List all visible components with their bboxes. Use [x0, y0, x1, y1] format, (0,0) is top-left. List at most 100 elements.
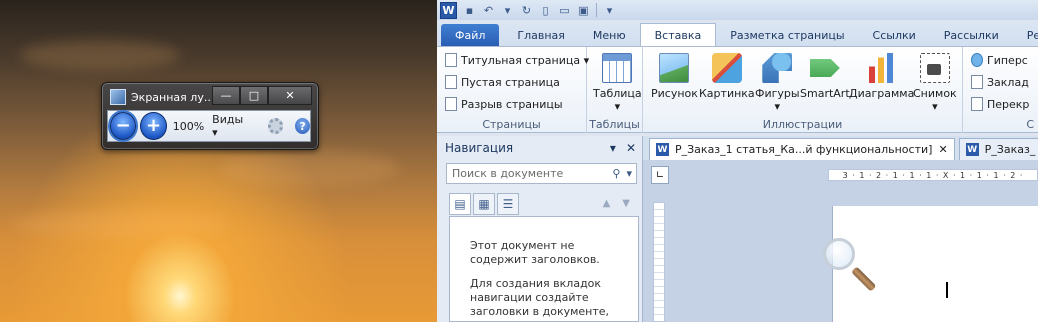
navigation-arrows: ▲ ▼ — [603, 198, 630, 209]
results-view-icon[interactable]: ☰ — [497, 193, 519, 215]
navigation-menu-icon[interactable]: ▾ — [610, 141, 616, 155]
save-icon[interactable]: ▪ — [463, 4, 476, 17]
navigation-content: Этот документ не содержит заголовков. Дл… — [449, 216, 639, 322]
tab-review[interactable]: Рецензи — [1013, 24, 1038, 46]
cover-page-label: Титульная страница ▾ — [461, 53, 590, 67]
dropdown-icon[interactable]: ▾ — [501, 4, 514, 17]
undo-icon[interactable]: ↶ — [482, 4, 495, 17]
table-icon — [602, 53, 633, 83]
smartart-button[interactable]: SmartArt — [800, 53, 850, 100]
pages-view-icon[interactable]: ▦ — [473, 193, 495, 215]
window-controls: — □ ✕ — [212, 86, 312, 105]
bookmark-label: Заклад — [987, 75, 1029, 89]
views-dropdown[interactable]: Виды ▾ — [212, 113, 249, 139]
shapes-label: Фигуры — [755, 87, 800, 100]
navigation-title: Навигация — [445, 141, 514, 155]
group-links: Гиперс Заклад Перекр С — [963, 47, 1038, 133]
navigation-close-icon[interactable]: ✕ — [626, 141, 636, 155]
group-tables: Таблица ▾ Таблицы — [587, 47, 643, 133]
page-break-button[interactable]: Разрыв страницы — [445, 97, 563, 111]
tab-references[interactable]: Ссылки — [859, 24, 930, 46]
blank-page-button[interactable]: Пустая страница — [445, 75, 560, 89]
chart-icon — [866, 53, 897, 83]
tab-page-layout[interactable]: Разметка страницы — [716, 24, 858, 46]
table-dropdown-icon: ▾ — [614, 100, 621, 113]
table-button[interactable]: Таблица ▾ — [593, 53, 642, 113]
shapes-button[interactable]: Фигуры ▾ — [755, 53, 800, 113]
cover-page-icon — [445, 53, 457, 67]
bookmark-icon — [971, 75, 983, 89]
previous-arrow-icon[interactable]: ▲ — [603, 198, 611, 209]
next-arrow-icon[interactable]: ▼ — [622, 198, 630, 209]
customize-toolbar-icon[interactable]: ▾ — [603, 4, 616, 17]
document-tab[interactable]: W Р_Заказ_1 статья_Ка...й функциональнос… — [649, 138, 955, 160]
page-break-label: Разрыв страницы — [461, 97, 563, 111]
tab-insert[interactable]: Вставка — [639, 23, 717, 46]
gear-icon[interactable] — [267, 118, 284, 134]
navigation-header: Навигация ▾ ✕ — [445, 141, 636, 155]
cover-page-button[interactable]: Титульная страница ▾ — [445, 53, 589, 67]
tab-menu[interactable]: Меню — [579, 24, 640, 46]
screenshot-button[interactable]: Снимок ▾ — [913, 53, 957, 113]
zoom-out-button[interactable]: − — [110, 112, 137, 140]
document-tab[interactable]: W Р_Заказ_ — [958, 138, 1038, 160]
word-logo-icon[interactable]: W — [440, 1, 457, 19]
document-page[interactable] — [832, 206, 1038, 322]
open-folder-icon[interactable]: ▭ — [558, 4, 571, 17]
picture-icon — [659, 53, 690, 83]
magnifier-titlebar[interactable]: Экранная лу... — [110, 88, 211, 106]
bookmark-button[interactable]: Заклад — [971, 75, 1029, 89]
group-illustrations: Рисунок Картинка Фигуры ▾ SmartArt Диагр… — [643, 47, 963, 133]
text-cursor — [946, 282, 948, 298]
hyperlink-icon — [971, 53, 983, 67]
blank-page-label: Пустая страница — [461, 75, 560, 89]
minimize-button[interactable]: — — [212, 86, 240, 105]
smartart-label: SmartArt — [800, 87, 850, 100]
word-document-icon: W — [965, 143, 979, 156]
search-input[interactable]: Поиск в документе ⚲ ▾ — [446, 163, 637, 184]
magnifier-lens-icon — [823, 238, 855, 270]
chart-button[interactable]: Диаграмма — [849, 53, 914, 100]
search-options-icon[interactable]: ▾ — [626, 167, 632, 180]
document-area: W Р_Заказ_1 статья_Ка...й функциональнос… — [643, 136, 1038, 322]
vertical-ruler[interactable] — [653, 202, 665, 322]
tab-home[interactable]: Главная — [503, 24, 579, 46]
horizontal-ruler[interactable]: 3 · 1 · 2 · 1 · 1 · 1 · X · 1 · 1 · 1 · … — [828, 169, 1038, 181]
new-document-icon[interactable]: ▯ — [539, 4, 552, 17]
cloud — [10, 210, 230, 238]
ruler-scale: 3 · 1 · 2 · 1 · 1 · 1 · X · 1 · 1 · 1 · … — [842, 170, 1024, 180]
tab-selector[interactable]: ∟ — [651, 166, 669, 184]
screenshot-label: Снимок — [913, 87, 957, 100]
print-preview-icon[interactable]: ▣ — [577, 4, 590, 17]
clip-art-button[interactable]: Картинка — [699, 53, 755, 100]
zoom-level: 100% — [172, 119, 205, 133]
headings-view-icon[interactable]: ▤ — [449, 193, 471, 215]
navigation-pane: Навигация ▾ ✕ Поиск в документе ⚲ ▾ ▤ ▦ … — [437, 136, 643, 322]
picture-label: Рисунок — [651, 87, 698, 100]
close-button[interactable]: ✕ — [268, 86, 312, 105]
magnifier-window: Экранная лу... — □ ✕ − + 100% Виды ▾ ? — [101, 82, 319, 150]
smartart-icon — [809, 59, 840, 77]
cross-reference-button[interactable]: Перекр — [971, 97, 1029, 111]
zoom-in-button[interactable]: + — [140, 112, 167, 140]
word-document-icon: W — [656, 143, 669, 156]
magnifier-title: Экранная лу... — [131, 90, 211, 104]
search-icon[interactable]: ⚲ — [612, 167, 620, 180]
ribbon-insert: Титульная страница ▾ Пустая страница Раз… — [437, 46, 1038, 133]
blank-page-icon — [445, 75, 457, 89]
maximize-button[interactable]: □ — [240, 86, 268, 105]
redo-icon[interactable]: ↻ — [520, 4, 533, 17]
document-tab-close-icon[interactable]: ✕ — [938, 143, 947, 156]
chart-label: Диаграмма — [849, 87, 915, 100]
group-pages: Титульная страница ▾ Пустая страница Раз… — [437, 47, 589, 133]
tab-mailings[interactable]: Рассылки — [930, 24, 1013, 46]
picture-button[interactable]: Рисунок — [651, 53, 698, 100]
magnifier-app-icon — [110, 89, 126, 105]
ribbon-tabs: Файл Главная Меню Вставка Разметка стран… — [437, 22, 1038, 46]
cloud — [220, 150, 400, 186]
hyperlink-button[interactable]: Гиперс — [971, 53, 1028, 67]
group-tables-label: Таблицы — [589, 118, 640, 131]
help-icon[interactable]: ? — [295, 118, 310, 134]
navigation-view-tabs: ▤ ▦ ☰ — [449, 193, 519, 215]
tab-file[interactable]: Файл — [441, 24, 500, 46]
